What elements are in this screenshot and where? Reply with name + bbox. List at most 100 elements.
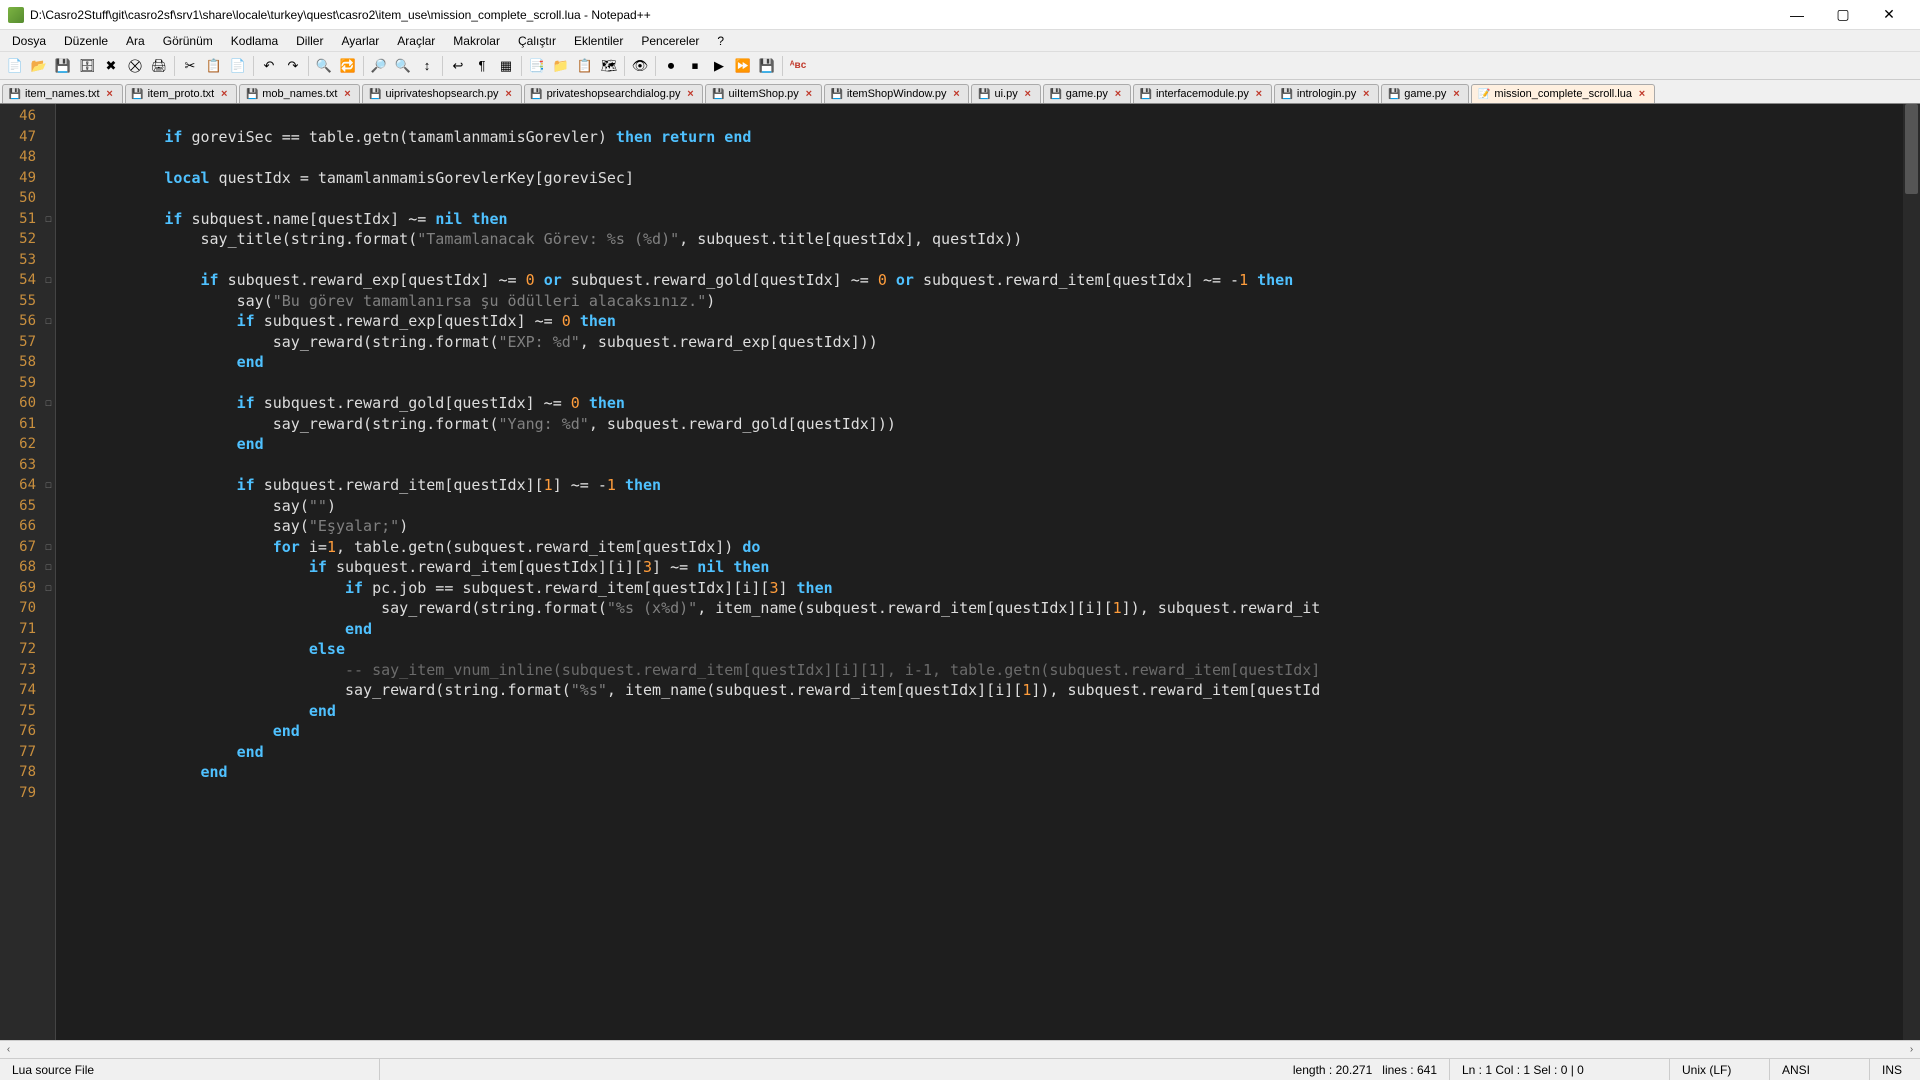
file-icon: 📝 — [1478, 88, 1490, 100]
tab-close-icon[interactable]: × — [1450, 88, 1462, 100]
menu-çalıştır[interactable]: Çalıştır — [510, 32, 564, 50]
play-multi-icon[interactable]: ⏩ — [732, 55, 754, 77]
menu-dosya[interactable]: Dosya — [4, 32, 54, 50]
close-all-icon[interactable]: ⛒ — [124, 55, 146, 77]
tab-mission_complete_scroll-lua[interactable]: 📝mission_complete_scroll.lua× — [1471, 84, 1655, 103]
file-icon: 💾 — [978, 88, 990, 100]
indent-guide-icon[interactable]: ▦ — [495, 55, 517, 77]
record-macro-icon[interactable]: ⏺ — [660, 55, 682, 77]
tab-label: game.py — [1066, 88, 1108, 100]
menu-ara[interactable]: Ara — [118, 32, 153, 50]
tab-intrologin-py[interactable]: 💾intrologin.py× — [1274, 84, 1379, 103]
tab-item_proto-txt[interactable]: 💾item_proto.txt× — [125, 84, 238, 103]
replace-icon[interactable]: 🔁 — [337, 55, 359, 77]
tab-uiItemShop-py[interactable]: 💾uiItemShop.py× — [705, 84, 821, 103]
minimize-button[interactable]: — — [1774, 0, 1820, 30]
sync-scroll-icon[interactable]: ↕ — [416, 55, 438, 77]
show-all-chars-icon[interactable]: ¶ — [471, 55, 493, 77]
file-icon: 💾 — [369, 88, 381, 100]
vertical-scrollbar[interactable] — [1903, 104, 1920, 1040]
status-eol[interactable]: Unix (LF) — [1670, 1059, 1770, 1080]
tab-label: item_proto.txt — [148, 88, 215, 100]
close-file-icon[interactable]: ✖ — [100, 55, 122, 77]
tab-close-icon[interactable]: × — [803, 88, 815, 100]
play-macro-icon[interactable]: ▶ — [708, 55, 730, 77]
code-area[interactable]: if goreviSec == table.getn(tamamlanmamis… — [56, 104, 1903, 1040]
editor[interactable]: 4647484950515253545556575859606162636465… — [0, 104, 1920, 1040]
tab-label: ui.py — [994, 88, 1017, 100]
file-icon: 💾 — [9, 88, 21, 100]
menu-kodlama[interactable]: Kodlama — [223, 32, 286, 50]
tab-close-icon[interactable]: × — [341, 88, 353, 100]
tab-close-icon[interactable]: × — [1112, 88, 1124, 100]
tab-bar: 💾item_names.txt×💾item_proto.txt×💾mob_nam… — [0, 80, 1920, 104]
tab-interfacemodule-py[interactable]: 💾interfacemodule.py× — [1133, 84, 1272, 103]
tab-close-icon[interactable]: × — [1636, 88, 1648, 100]
tab-close-icon[interactable]: × — [1253, 88, 1265, 100]
horizontal-scrollbar[interactable]: ‹ › — [0, 1040, 1920, 1058]
tab-close-icon[interactable]: × — [1022, 88, 1034, 100]
spellcheck-icon[interactable]: ᴬʙᴄ — [787, 55, 809, 77]
tab-itemShopWindow-py[interactable]: 💾itemShopWindow.py× — [824, 84, 970, 103]
tab-close-icon[interactable]: × — [104, 88, 116, 100]
save-icon[interactable]: 💾 — [52, 55, 74, 77]
file-icon: 💾 — [712, 88, 724, 100]
redo-icon[interactable]: ↷ — [282, 55, 304, 77]
status-bar: Lua source File length : 20.271 lines : … — [0, 1058, 1920, 1080]
scroll-right-icon[interactable]: › — [1903, 1042, 1920, 1058]
fold-gutter[interactable]: □□□□□□□□ — [42, 104, 56, 1040]
maximize-button[interactable]: ▢ — [1820, 0, 1866, 30]
find-icon[interactable]: 🔍 — [313, 55, 335, 77]
file-icon: 💾 — [1050, 88, 1062, 100]
menu-makrolar[interactable]: Makrolar — [445, 32, 508, 50]
menu-diller[interactable]: Diller — [288, 32, 331, 50]
wordwrap-icon[interactable]: ↩ — [447, 55, 469, 77]
function-list-icon[interactable]: 📋 — [574, 55, 596, 77]
zoom-out-icon[interactable]: 🔍 — [392, 55, 414, 77]
menu-pencereler[interactable]: Pencereler — [633, 32, 707, 50]
tab-close-icon[interactable]: × — [503, 88, 515, 100]
tab-item_names-txt[interactable]: 💾item_names.txt× — [2, 84, 123, 103]
language-icon[interactable]: 📑 — [526, 55, 548, 77]
tab-privateshopsearchdialog-py[interactable]: 💾privateshopsearchdialog.py× — [524, 84, 704, 103]
tab-mob_names-txt[interactable]: 💾mob_names.txt× — [239, 84, 360, 103]
monitor-icon[interactable]: 👁 — [629, 55, 651, 77]
file-icon: 💾 — [531, 88, 543, 100]
tab-close-icon[interactable]: × — [1360, 88, 1372, 100]
tab-close-icon[interactable]: × — [684, 88, 696, 100]
print-icon[interactable]: 🖨 — [148, 55, 170, 77]
tab-label: game.py — [1404, 88, 1446, 100]
tab-close-icon[interactable]: × — [950, 88, 962, 100]
menu-görünüm[interactable]: Görünüm — [155, 32, 221, 50]
undo-icon[interactable]: ↶ — [258, 55, 280, 77]
open-file-icon[interactable]: 📂 — [28, 55, 50, 77]
new-file-icon[interactable]: 📄 — [4, 55, 26, 77]
menu-?[interactable]: ? — [709, 32, 732, 50]
tab-game-py[interactable]: 💾game.py× — [1381, 84, 1469, 103]
tab-game-py[interactable]: 💾 game.py × — [1043, 84, 1131, 103]
stop-macro-icon[interactable]: ⏹ — [684, 55, 706, 77]
menu-araçlar[interactable]: Araçlar — [389, 32, 443, 50]
menu-eklentiler[interactable]: Eklentiler — [566, 32, 631, 50]
menu-düzenle[interactable]: Düzenle — [56, 32, 116, 50]
close-button[interactable]: ✕ — [1866, 0, 1912, 30]
doc-map-icon[interactable]: 🗺 — [598, 55, 620, 77]
zoom-in-icon[interactable]: 🔎 — [368, 55, 390, 77]
folder-icon[interactable]: 📁 — [550, 55, 572, 77]
tab-uiprivateshopsearch-py[interactable]: 💾uiprivateshopsearch.py× — [362, 84, 521, 103]
cut-icon[interactable]: ✂ — [179, 55, 201, 77]
app-icon — [8, 7, 24, 23]
menu-ayarlar[interactable]: Ayarlar — [333, 32, 387, 50]
save-macro-icon[interactable]: 💾 — [756, 55, 778, 77]
status-insert-mode[interactable]: INS — [1870, 1059, 1920, 1080]
status-encoding[interactable]: ANSI — [1770, 1059, 1870, 1080]
save-all-icon[interactable]: 🗄 — [76, 55, 98, 77]
copy-icon[interactable]: 📋 — [203, 55, 225, 77]
tab-close-icon[interactable]: × — [218, 88, 230, 100]
scroll-left-icon[interactable]: ‹ — [0, 1042, 17, 1058]
tab-label: itemShopWindow.py — [847, 88, 947, 100]
tab-label: intrologin.py — [1297, 88, 1356, 100]
paste-icon[interactable]: 📄 — [227, 55, 249, 77]
window-title: D:\Casro2Stuff\git\casro2sf\srv1\share\l… — [30, 8, 651, 22]
tab-ui-py[interactable]: 💾 ui.py × — [971, 84, 1040, 103]
